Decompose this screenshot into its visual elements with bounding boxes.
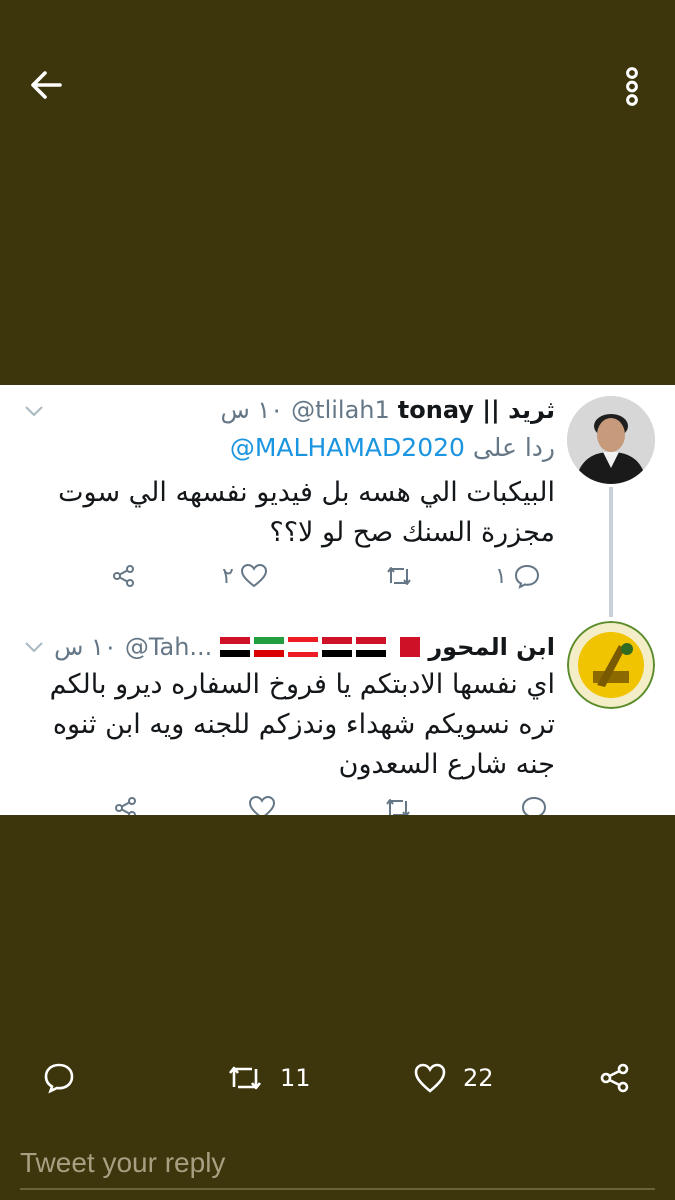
more-options-button[interactable] (612, 62, 652, 112)
retweet-icon (228, 1066, 262, 1090)
reply-button[interactable] (42, 1050, 76, 1106)
user-handle: @Tah... (124, 633, 213, 661)
more-vertical-icon (626, 67, 638, 106)
retweet-icon (386, 799, 410, 815)
tweet-text: اي نفسها الادبتكم يا فروخ السفاره ديرو ب… (49, 669, 555, 780)
share-icon (600, 1063, 629, 1093)
embedded-tweet: ابن المحور @Tah... ١٠ س اي نفسها الادبتك… (0, 385, 675, 815)
tweet-header: ابن المحور @Tah... ١٠ س (54, 628, 555, 666)
reply-input[interactable] (20, 1140, 655, 1186)
flag-iraq (220, 637, 251, 657)
reply-icon (44, 1063, 74, 1094)
avatar (567, 621, 655, 709)
flag-bahrain (390, 637, 421, 657)
flag-iran (254, 637, 285, 657)
share-button[interactable] (598, 1050, 632, 1106)
reply-icon (521, 796, 547, 815)
flag-yemen (356, 637, 387, 657)
embedded-share (113, 795, 139, 815)
arrow-left-icon (31, 71, 62, 99)
tweet-time: ١٠ س (54, 633, 117, 661)
flag-emojis (220, 637, 421, 657)
reply-composer (0, 1120, 675, 1200)
user-name: ابن المحور (428, 633, 555, 661)
retweet-button[interactable]: 11 (226, 1050, 311, 1106)
heart-icon (414, 1063, 446, 1093)
flag-lebanon (288, 637, 319, 657)
embedded-reply (520, 795, 548, 815)
top-bar (0, 0, 675, 170)
like-button[interactable]: 22 (413, 1050, 494, 1106)
tweet-actions: 11 22 (0, 1050, 675, 1110)
embedded-retweet (384, 795, 412, 815)
chevron-down-icon (25, 642, 43, 653)
heart-icon (248, 795, 276, 815)
share-icon (115, 797, 136, 815)
back-button[interactable] (22, 62, 72, 108)
like-count: 22 (463, 1064, 494, 1092)
embedded-like (248, 795, 276, 815)
retweet-count: 11 (280, 1064, 311, 1092)
reply-input-underline (20, 1188, 655, 1190)
tweet-image[interactable]: ثريد || tonay @tlilah1 ١٠ س ردا على @MAL… (0, 385, 675, 815)
flag-syria (322, 637, 353, 657)
